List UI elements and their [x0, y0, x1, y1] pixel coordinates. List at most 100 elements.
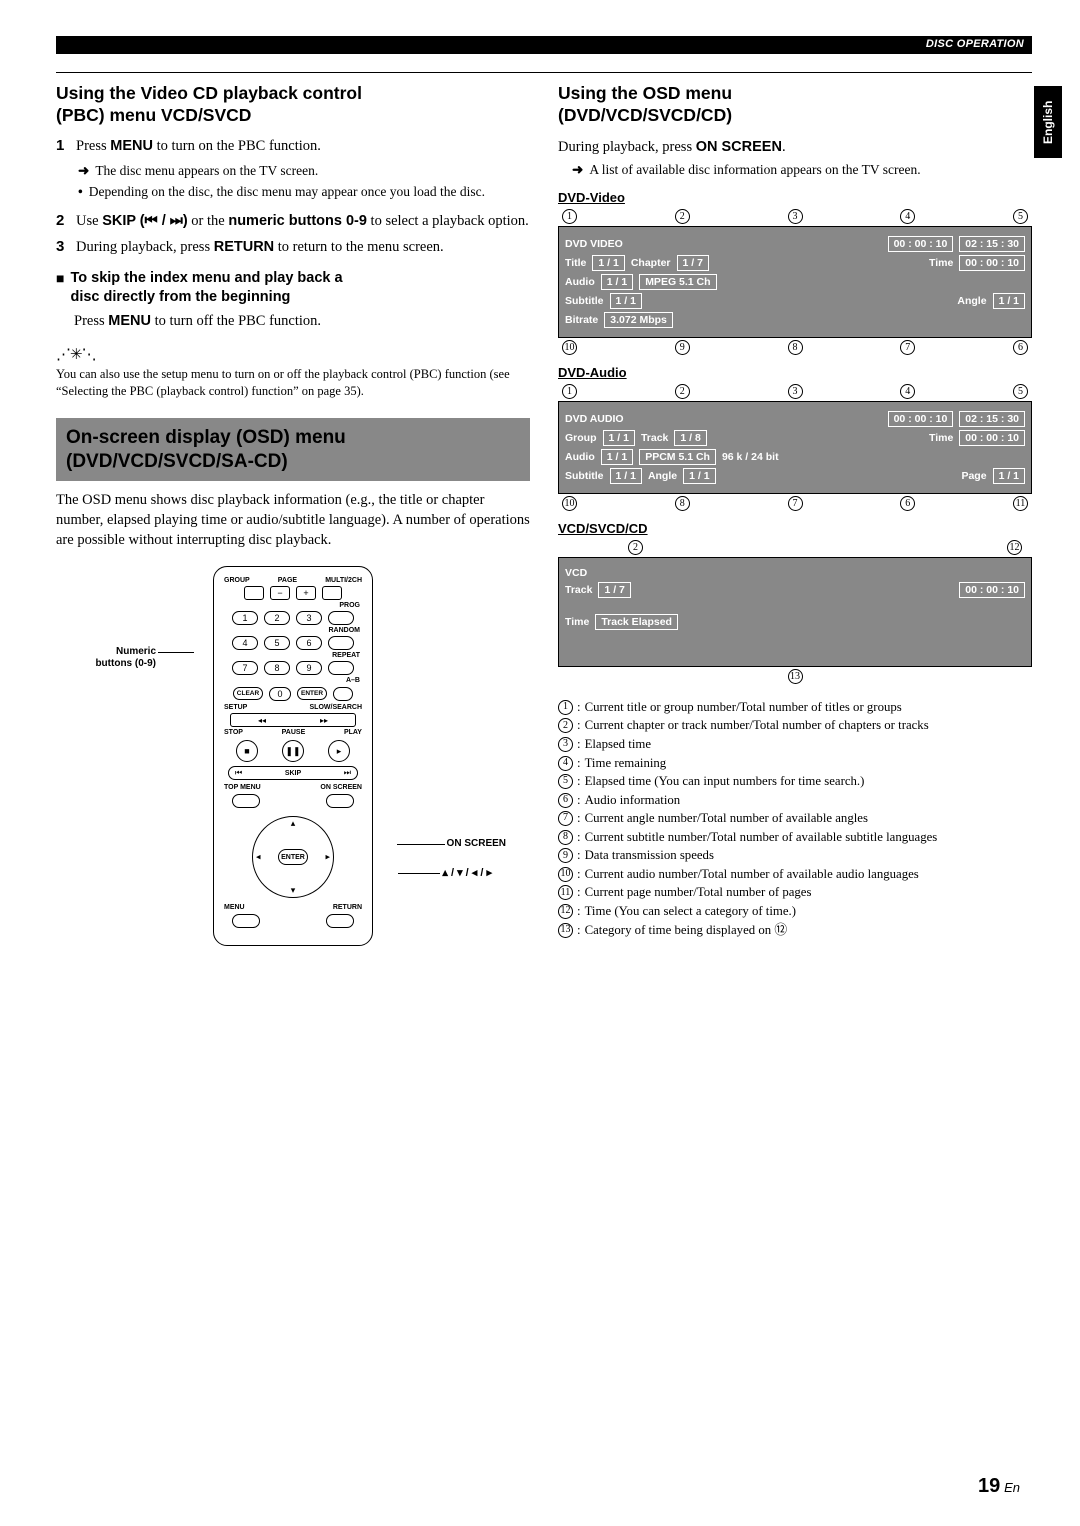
- label-group: GROUP: [224, 577, 250, 584]
- step1-note-b: Depending on the disc, the disc menu may…: [89, 183, 485, 202]
- random-button[interactable]: [328, 636, 354, 650]
- group-button[interactable]: [244, 586, 264, 600]
- bullet-icon: •: [78, 183, 83, 202]
- osd-dvdaudio: DVD AUDIO 00 : 00 : 10 02 : 15 : 30 Grou…: [558, 401, 1032, 494]
- play-button[interactable]: ▸: [328, 740, 350, 762]
- label-return: RETURN: [333, 904, 362, 911]
- num-8[interactable]: 8: [264, 661, 290, 675]
- stop-button[interactable]: ■: [236, 740, 258, 762]
- skip-h1: To skip the index menu and play back a: [70, 270, 342, 286]
- legend-item: 12:Time (You can select a category of ti…: [558, 902, 1032, 921]
- subhead-vcd: VCD/SVCD/CD: [558, 521, 1032, 536]
- subhead-dvdaudio: DVD-Audio: [558, 365, 1032, 380]
- heading-pbc: Using the Video CD playback control (PBC…: [56, 83, 530, 127]
- step1-post: to turn on the PBC function.: [153, 138, 321, 154]
- legend-item: 1:Current title or group number/Total nu…: [558, 698, 1032, 717]
- label-setup: SETUP: [224, 704, 247, 711]
- language-tab: English: [1034, 86, 1062, 158]
- callout-arrows: ▴ / ▾ / ◂ / ▸: [442, 866, 492, 879]
- skip-post: to turn off the PBC function.: [151, 313, 321, 329]
- legend-item: 8:Current subtitle number/Total number o…: [558, 828, 1032, 847]
- osd-banner-l2: DVD/VCD/SVCD/SA-CD): [72, 451, 287, 472]
- slow-search-bar[interactable]: ◂◂▸▸: [230, 713, 356, 727]
- label-skip: SKIP: [285, 770, 301, 777]
- num-4[interactable]: 4: [232, 636, 258, 650]
- num-5[interactable]: 5: [264, 636, 290, 650]
- num-3[interactable]: 3: [296, 611, 322, 625]
- heading-osd-l2: DVD/VCD/SVCD/CD): [564, 105, 732, 125]
- arrow-icon: ➜: [572, 161, 583, 180]
- dpad[interactable]: ▴ ▾ ◂ ▸ ENTER: [248, 812, 338, 902]
- step1-pre: Press: [76, 138, 110, 154]
- subhead-dvdvideo: DVD-Video: [558, 190, 1032, 205]
- step3-return: RETURN: [214, 239, 274, 255]
- topmenu-button[interactable]: [232, 794, 260, 808]
- enter-button[interactable]: ENTER: [297, 687, 327, 700]
- page-minus-button[interactable]: −: [270, 586, 290, 600]
- return-button[interactable]: [326, 914, 354, 928]
- menu-button[interactable]: [232, 914, 260, 928]
- clear-button[interactable]: CLEAR: [233, 687, 263, 700]
- osd-banner: On-screen display (OSD) menu (DVD/VCD/SV…: [56, 418, 530, 482]
- hint-icon: ⋰✳⋱: [56, 345, 530, 364]
- osd-vcd: VCD Track1 / 7 00 : 00 : 10 Time Track E…: [558, 557, 1032, 667]
- callout-onscreen: ON SCREEN: [447, 838, 506, 849]
- markers-bot-dvdaudio: 10 8 7 6 11: [558, 496, 1032, 511]
- skip-prev-icon: ⏮: [235, 768, 242, 778]
- num-7[interactable]: 7: [232, 661, 258, 675]
- markers-bot-dvdvideo: 10 9 8 7 6: [558, 340, 1032, 355]
- label-prog: PROG: [226, 602, 360, 609]
- step-1: 1 Press MENU to turn on the PBC function…: [56, 137, 530, 157]
- repeat-button[interactable]: [328, 661, 354, 675]
- step2-post: to select a playback option.: [367, 213, 529, 229]
- osd-dvdvideo: DVD VIDEO 00 : 00 : 10 02 : 15 : 30 Titl…: [558, 226, 1032, 338]
- step2-numeric: numeric buttons 0-9: [228, 213, 367, 229]
- heading-pbc-line2: PBC) menu VCD/SVCD: [62, 105, 252, 125]
- label-repeat: REPEAT: [226, 652, 360, 659]
- skip-next-icon: ⏭: [344, 768, 351, 778]
- heading-osd-l1: Using the OSD menu: [558, 83, 732, 103]
- left-column: Using the Video CD playback control (PBC…: [56, 83, 530, 946]
- right-column: Using the OSD menu (DVD/VCD/SVCD/CD) Dur…: [558, 83, 1032, 946]
- num-1[interactable]: 1: [232, 611, 258, 625]
- legend-item: 3:Elapsed time: [558, 735, 1032, 754]
- intro-note: A list of available disc information app…: [589, 161, 920, 180]
- prog-button[interactable]: [328, 611, 354, 625]
- legend-item: 4:Time remaining: [558, 754, 1032, 773]
- page-plus-button[interactable]: +: [296, 586, 316, 600]
- step3-post: to return to the menu screen.: [274, 239, 444, 255]
- ab-button[interactable]: [333, 687, 353, 701]
- num-6[interactable]: 6: [296, 636, 322, 650]
- markers-top-dvdvideo: 1 2 3 4 5: [558, 209, 1032, 224]
- markers-top-dvdaudio: 1 2 3 4 5: [558, 384, 1032, 399]
- onscreen-button[interactable]: [326, 794, 354, 808]
- label-play: PLAY: [344, 729, 362, 736]
- num-0[interactable]: 0: [269, 687, 291, 701]
- skip-h2: disc directly from the beginning: [70, 289, 290, 305]
- legend: 1:Current title or group number/Total nu…: [558, 698, 1032, 939]
- label-multi: MULTI/2CH: [325, 577, 362, 584]
- legend-item: 2:Current chapter or track number/Total …: [558, 716, 1032, 735]
- num-9[interactable]: 9: [296, 661, 322, 675]
- square-bullet-icon: ■: [56, 269, 64, 307]
- step3-pre: During playback, press: [76, 239, 214, 255]
- step-2: 2 Use SKIP (⏮ / ⏭) or the numeric button…: [56, 212, 530, 232]
- left-icon: ◂: [256, 852, 261, 863]
- legend-item: 11:Current page number/Total number of p…: [558, 883, 1032, 902]
- multi-button[interactable]: [322, 586, 342, 600]
- num-2[interactable]: 2: [264, 611, 290, 625]
- legend-item: 13:Category of time being displayed on ⑫: [558, 921, 1032, 940]
- pause-button[interactable]: ❚❚: [282, 740, 304, 762]
- label-topmenu: TOP MENU: [224, 784, 261, 791]
- legend-item: 6:Audio information: [558, 791, 1032, 810]
- skip-bar[interactable]: ⏮ SKIP ⏭: [228, 766, 358, 780]
- label-onscreen: ON SCREEN: [320, 784, 362, 791]
- legend-item: 10:Current audio number/Total number of …: [558, 865, 1032, 884]
- enter-center-button[interactable]: ENTER: [278, 849, 308, 865]
- osd-banner-l1: On-screen display (OSD) menu: [66, 427, 346, 448]
- skip-menu: MENU: [108, 313, 151, 329]
- step-3: 3 During playback, press RETURN to retur…: [56, 238, 530, 258]
- up-icon: ▴: [291, 818, 296, 829]
- page-number: 19 En: [978, 1475, 1020, 1498]
- markers-bot-vcd: 13: [558, 669, 1032, 684]
